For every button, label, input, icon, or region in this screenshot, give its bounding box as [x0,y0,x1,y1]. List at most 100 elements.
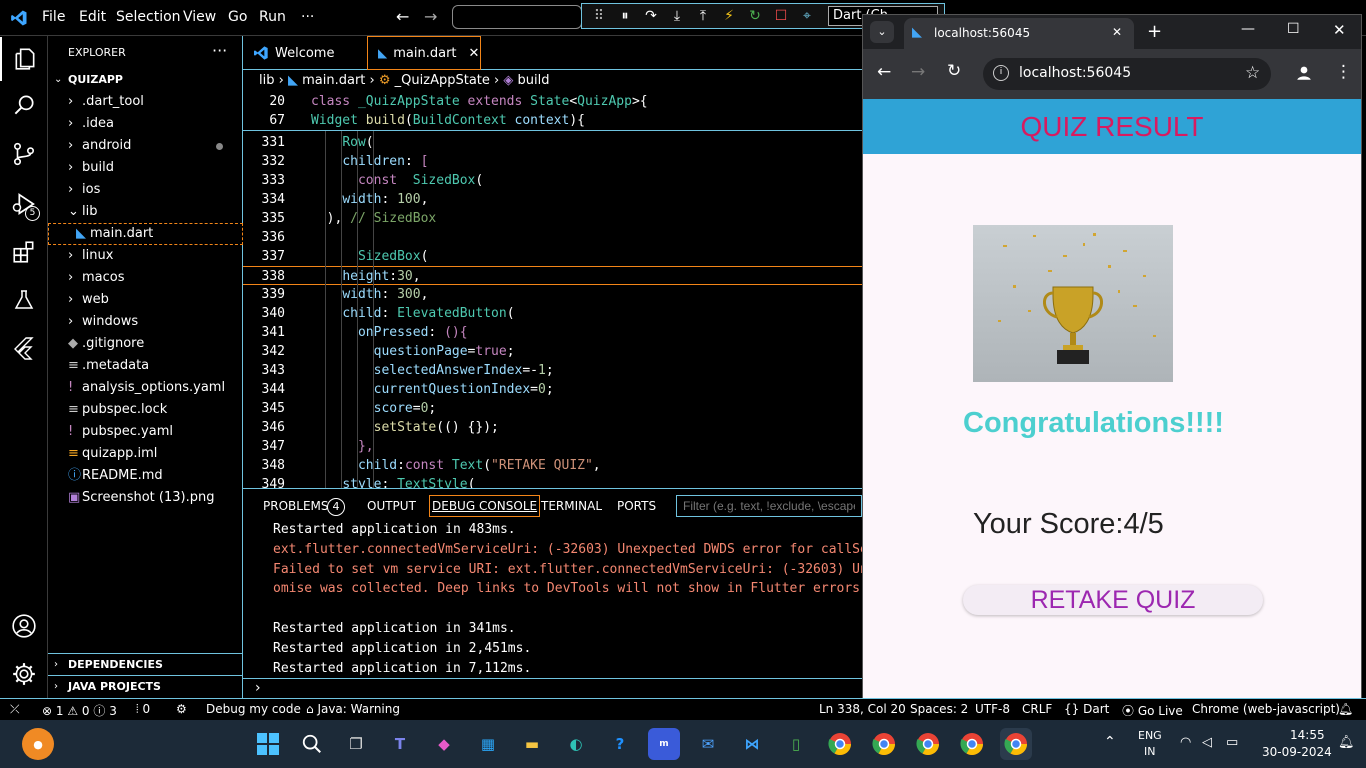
app-shortcut-icon[interactable]: m [648,728,680,760]
remote-icon[interactable]: ⤫ [10,702,20,717]
close-window-icon[interactable]: ✕ [1333,21,1346,39]
hot-reload-icon[interactable]: ⚡ [718,6,740,26]
device-status[interactable]: Chrome (web-javascript) [1192,702,1340,716]
volume-icon[interactable]: ◁ [1202,735,1212,750]
language-top[interactable]: ENG [1138,729,1162,742]
more-actions-icon[interactable]: ··· [212,41,227,60]
tab-main-dart[interactable]: ◣ main.dart ✕ [367,36,481,70]
vscode-taskbar-icon[interactable]: ⋈ [736,728,768,760]
step-over-icon[interactable]: ↷ [640,6,662,26]
edge-icon[interactable]: ◐ [560,728,592,760]
go-live[interactable]: ⦿ Go Live [1122,702,1183,719]
back-arrow-icon[interactable]: ← [396,7,409,26]
notification-icon[interactable]: 🔔︎ [1338,735,1355,750]
mail-icon[interactable]: ✉ [692,728,724,760]
clock-time[interactable]: 14:55 [1290,728,1325,742]
extensions-activity[interactable] [0,230,48,274]
breadcrumb-lib[interactable]: lib [259,73,274,88]
menu-go[interactable]: Go [228,9,247,25]
language-bottom[interactable]: IN [1144,745,1155,758]
java-projects-section[interactable]: › JAVA PROJECTS [48,675,243,697]
menu-run[interactable]: Run [259,9,286,25]
site-info-icon[interactable]: i [993,65,1009,81]
cursor-position[interactable]: Ln 338, Col 20 [819,702,906,716]
teams-icon[interactable]: T [384,728,416,760]
tree-item[interactable]: › build [48,157,243,179]
tree-item[interactable]: ≡ pubspec.lock [48,399,243,421]
breadcrumb-class[interactable]: _QuizAppState [395,73,490,88]
code-editor[interactable]: 20 class _QuizAppState extends State<Quiz… [243,92,863,488]
chrome-active-icon[interactable] [1000,728,1032,760]
menu-selection[interactable]: Selection [116,9,181,25]
menu-edit[interactable]: Edit [79,9,106,25]
windows-start-icon[interactable] [252,728,284,760]
task-view-icon[interactable]: ❐ [340,728,372,760]
run-debug-activity[interactable]: 5 [0,182,48,226]
forward-arrow-icon[interactable]: → [424,7,437,26]
back-arrow-icon[interactable]: ← [877,62,891,82]
reload-icon[interactable]: ↻ [947,61,961,81]
tree-item[interactable]: › macos [48,267,243,289]
battery-icon[interactable]: ▭ [1226,735,1238,750]
retake-quiz-button[interactable]: RETAKE QUIZ [963,585,1263,615]
step-into-icon[interactable]: ⤓ [666,6,688,26]
file-explorer-icon[interactable]: ▬ [516,728,548,760]
clock-date[interactable]: 30-09-2024 [1262,745,1332,759]
close-icon[interactable]: ✕ [1112,25,1122,39]
encoding[interactable]: UTF-8 [975,702,1010,716]
problems-status[interactable]: ⊗ 1 ⚠ 0 ⓘ 3 [42,702,117,719]
tree-item[interactable]: › linux [48,245,243,267]
help-icon[interactable]: ? [604,728,636,760]
search-icon[interactable] [296,728,328,760]
new-tab-icon[interactable]: + [1147,21,1162,42]
maximize-icon[interactable]: ☐ [1287,21,1300,37]
close-icon[interactable]: ✕ [469,46,480,61]
weather-widget-icon[interactable]: ● [22,728,54,760]
tab-debug-console[interactable]: DEBUG CONSOLE [429,495,541,517]
project-root[interactable]: ⌄ QUIZAPP [48,69,243,91]
tab-ports[interactable]: PORTS [617,499,656,513]
menu-more[interactable]: ··· [301,9,314,25]
inspector-icon[interactable]: ⌖ [796,6,818,26]
chrome-icon[interactable] [956,728,988,760]
tree-item[interactable]: › .idea [48,113,243,135]
tree-item[interactable]: ⌄ lib [48,201,243,223]
source-control-activity[interactable] [0,132,48,176]
store-icon[interactable]: ▦ [472,728,504,760]
tree-item[interactable]: ⓘ README.md [48,465,243,487]
command-center[interactable] [452,5,582,29]
tree-item[interactable]: › web [48,289,243,311]
stop-icon[interactable]: ☐ [770,6,792,26]
chrome-icon[interactable] [824,728,856,760]
tree-item[interactable]: › .dart_tool [48,91,243,113]
debug-status[interactable]: Debug my code [206,702,301,716]
tab-terminal[interactable]: TERMINAL [541,499,602,513]
minimize-icon[interactable]: — [1241,21,1255,37]
step-out-icon[interactable]: ⤒ [692,6,714,26]
tree-item[interactable]: › ios [48,179,243,201]
flutter-activity[interactable] [0,326,48,370]
indentation[interactable]: Spaces: 2 [910,702,968,716]
app-icon[interactable]: ▯ [780,728,812,760]
pause-icon[interactable]: ⏸ [614,6,636,26]
menu-view[interactable]: View [183,9,216,25]
profile-icon[interactable] [1295,64,1313,82]
kebab-menu-icon[interactable]: ⋮ [1335,62,1352,82]
manage-activity[interactable] [0,652,48,696]
tab-output[interactable]: OUTPUT [367,499,416,513]
tree-item[interactable]: ! analysis_options.yaml [48,377,243,399]
chrome-icon[interactable] [912,728,944,760]
tab-search-icon[interactable]: ⌄ [870,21,894,43]
copilot-icon[interactable]: ◆ [428,728,460,760]
dependencies-section[interactable]: › DEPENDENCIES [48,653,243,675]
accounts-activity[interactable] [0,604,48,648]
console-input[interactable]: › [243,678,863,699]
tree-item[interactable]: ≡ .metadata [48,355,243,377]
tab-welcome[interactable]: Welcome [243,36,365,70]
console-filter-input[interactable] [676,495,862,517]
tree-item[interactable]: ▣ Screenshot (13).png [48,487,243,509]
tree-item[interactable]: › windows [48,311,243,333]
bookmark-star-icon[interactable]: ☆ [1245,63,1260,83]
line-endings[interactable]: CRLF [1022,702,1052,716]
forward-arrow-icon[interactable]: → [911,62,925,82]
